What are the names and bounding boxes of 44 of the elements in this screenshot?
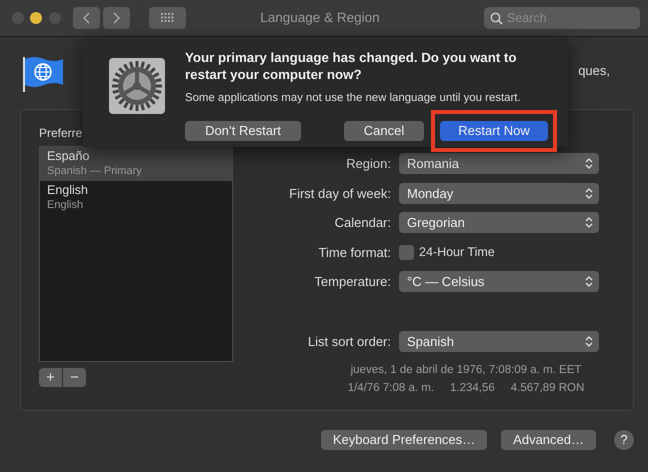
cancel-button[interactable]: Cancel: [344, 120, 424, 141]
stepper-icon: [585, 334, 593, 348]
forward-button[interactable]: [103, 7, 130, 29]
select-field[interactable]: °C — Celsius: [399, 271, 599, 292]
help-button[interactable]: ?: [614, 430, 634, 450]
field-label: Time format:: [318, 244, 392, 262]
select-field[interactable]: Romania: [399, 153, 599, 174]
flag-icon: [22, 55, 64, 93]
back-button[interactable]: [73, 7, 100, 29]
stepper-icon: [585, 216, 593, 230]
grid-button[interactable]: [148, 7, 186, 29]
stepper-icon: [585, 157, 593, 170]
language-item[interactable]: Españo Spanish — Primary: [40, 146, 232, 182]
stepper-icon: [585, 275, 593, 288]
list-label: Preferre: [39, 126, 82, 140]
gear-icon: [109, 58, 165, 114]
field-label: Temperature:: [313, 273, 392, 291]
remove-button[interactable]: −: [63, 368, 86, 388]
grid-icon: [160, 13, 174, 23]
dialog-message: Some applications may not use the new language until you restart.: [185, 90, 522, 106]
advanced-button[interactable]: Advanced…: [501, 430, 596, 450]
checkbox-label: 24-Hour Time: [419, 244, 495, 261]
language-item[interactable]: English English: [40, 181, 232, 216]
checkbox[interactable]: [399, 244, 414, 260]
sample-date: jueves, 1 de abril de 1976, 7:08:09 a. m. EET: [349, 363, 582, 378]
restart-now-button[interactable]: Restart Now: [440, 120, 548, 141]
field-label: Region:: [345, 155, 392, 173]
window-control-button[interactable]: [30, 12, 42, 24]
field-label: First day of week:: [288, 184, 392, 203]
sample-currency: 4.567,89 RON: [510, 380, 584, 396]
dialog-title: Your primary language has changed. Do you want to restart your computer now?: [185, 49, 518, 84]
add-button[interactable]: +: [39, 368, 62, 388]
select-field[interactable]: Monday: [399, 182, 599, 204]
sample-date: 1/4/76 7:08 a. m.: [348, 380, 434, 396]
select-field[interactable]: Gregorian: [399, 212, 599, 234]
sample-number: 1.234,56: [450, 380, 495, 396]
field-label: List sort order:: [306, 332, 392, 350]
dont-restart-button[interactable]: Don’t Restart: [185, 120, 301, 141]
description-text: ques,: [578, 62, 610, 80]
stepper-icon: [585, 186, 593, 200]
field-label: Calendar:: [334, 214, 392, 232]
keyboard-preferences-button[interactable]: Keyboard Preferences…: [320, 430, 488, 450]
window-title: Language & Region: [259, 8, 381, 27]
select-field[interactable]: Spanish: [399, 330, 599, 352]
